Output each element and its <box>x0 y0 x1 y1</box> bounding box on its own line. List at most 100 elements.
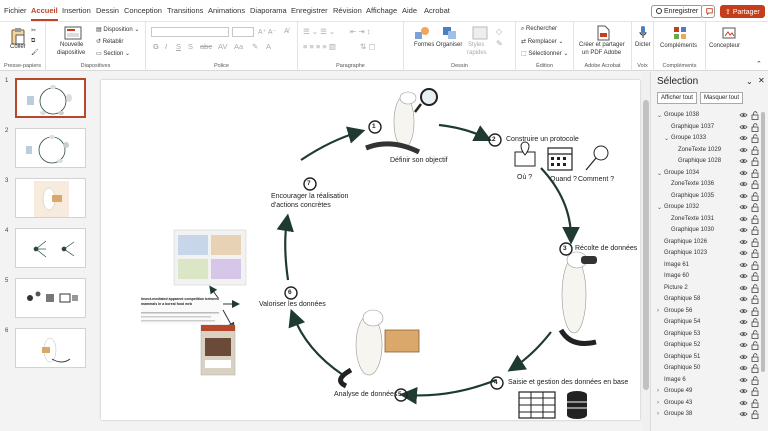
expand-chevron-icon[interactable]: ⌄ <box>657 112 662 119</box>
quick-styles-icon[interactable] <box>472 26 488 40</box>
new-slide-label-1[interactable]: Nouvelle <box>60 42 83 48</box>
selection-item[interactable]: Graphique 1026 <box>651 237 761 249</box>
hide-all-button[interactable]: Masquer tout <box>700 92 744 104</box>
format-painter-icon[interactable]: 🖌 <box>31 49 39 56</box>
step-3-label[interactable]: Récolte de données <box>575 245 637 252</box>
lock-icon[interactable] <box>751 364 759 373</box>
visibility-eye-icon[interactable] <box>739 215 748 223</box>
paste-label[interactable]: Coller <box>10 44 26 50</box>
selection-item[interactable]: Graphique 1030 <box>651 225 761 237</box>
strikethrough-icon[interactable]: abc <box>200 42 212 51</box>
menu-conception[interactable]: Conception <box>124 6 162 15</box>
pane-scrollbar[interactable] <box>760 92 766 422</box>
collapse-ribbon-icon[interactable]: ⌃ <box>756 60 762 68</box>
visibility-eye-icon[interactable] <box>739 111 748 119</box>
selection-item[interactable]: ⌄ Groupe 1038 <box>651 110 761 122</box>
visibility-eye-icon[interactable] <box>739 410 748 418</box>
expand-chevron-icon[interactable]: ⌄ <box>664 135 669 142</box>
pdf-icon[interactable] <box>596 25 610 41</box>
lock-icon[interactable] <box>751 260 759 270</box>
thumbnail-slide-6[interactable] <box>15 328 86 368</box>
font-color-icon[interactable]: A <box>266 42 271 51</box>
align-icons[interactable]: ≡ ≡ ≡ ≡ ▥ <box>303 42 336 51</box>
lock-icon[interactable] <box>751 306 759 316</box>
visibility-eye-icon[interactable] <box>739 330 748 338</box>
underline-icon[interactable]: S <box>176 42 181 51</box>
new-slide-icon[interactable] <box>64 26 82 40</box>
thumbnail-slide-5[interactable] <box>15 278 86 318</box>
selection-item[interactable]: ZoneTexte 1029 <box>651 145 761 157</box>
visibility-eye-icon[interactable] <box>739 387 748 395</box>
selection-item[interactable]: ⌄ Groupe 1033 <box>651 133 761 145</box>
bold-icon[interactable]: G <box>153 42 159 51</box>
menu-aide[interactable]: Aide <box>402 6 417 15</box>
visibility-eye-icon[interactable] <box>739 226 748 234</box>
visibility-eye-icon[interactable] <box>739 146 748 154</box>
lock-icon[interactable] <box>751 214 759 224</box>
lock-icon[interactable] <box>751 295 759 304</box>
lock-icon[interactable] <box>751 157 759 166</box>
show-all-button[interactable]: Afficher tout <box>657 92 697 104</box>
case-icon[interactable]: Aa <box>234 42 243 51</box>
thumbnail-slide-4[interactable] <box>15 228 86 268</box>
where-label[interactable]: Où ? <box>517 174 532 181</box>
selection-item[interactable]: Graphique 53 <box>651 329 761 341</box>
when-label[interactable]: Quand ? <box>550 176 577 183</box>
pane-scrollbar-thumb[interactable] <box>761 112 765 372</box>
lock-icon[interactable] <box>751 249 759 258</box>
expand-chevron-icon[interactable]: ⌄ <box>657 204 662 211</box>
visibility-eye-icon[interactable] <box>739 364 748 372</box>
select-button[interactable]: ⬚ Sélectionner ⌄ <box>521 50 568 57</box>
menu-revision[interactable]: Révision <box>333 6 362 15</box>
lock-icon[interactable] <box>751 237 759 247</box>
layout-button[interactable]: ▤ Disposition ⌄ <box>96 26 139 33</box>
selection-item[interactable]: Graphique 1028 <box>651 156 761 168</box>
font-name-input[interactable] <box>151 27 229 37</box>
lock-icon[interactable] <box>751 283 759 293</box>
selection-item[interactable]: › Groupe 43 <box>651 398 761 410</box>
step-6-label[interactable]: Valoriser les données <box>259 301 326 308</box>
lock-icon[interactable] <box>751 180 759 189</box>
record-button[interactable]: Enregistrer <box>651 5 704 18</box>
thumbnail-slide-3[interactable] <box>15 178 86 218</box>
selection-item[interactable]: ⌄ Groupe 1032 <box>651 202 761 214</box>
clear-format-icon[interactable]: A̸ <box>284 28 289 35</box>
shadow-icon[interactable]: S <box>188 42 193 51</box>
lock-icon[interactable] <box>751 410 759 419</box>
visibility-eye-icon[interactable] <box>739 249 748 257</box>
lock-icon[interactable] <box>751 318 759 327</box>
selection-item[interactable]: Graphique 1023 <box>651 248 761 260</box>
lock-icon[interactable] <box>751 111 759 120</box>
visibility-eye-icon[interactable] <box>739 376 748 384</box>
menu-fichier[interactable]: Fichier <box>4 6 27 15</box>
replace-button[interactable]: ⇄ Remplacer ⌄ <box>521 38 563 45</box>
selection-item[interactable]: ZoneTexte 1036 <box>651 179 761 191</box>
menu-animations[interactable]: Animations <box>208 6 245 15</box>
step-5-label[interactable]: Analyse de données <box>334 391 397 398</box>
selection-item[interactable]: Graphique 58 <box>651 294 761 306</box>
expand-chevron-icon[interactable]: › <box>657 400 659 406</box>
visibility-eye-icon[interactable] <box>739 169 748 177</box>
lock-icon[interactable] <box>751 272 759 281</box>
designer-label[interactable]: Concepteur <box>709 43 740 49</box>
expand-chevron-icon[interactable]: › <box>657 411 659 417</box>
selection-item[interactable]: Image 6 <box>651 375 761 387</box>
pane-options-icon[interactable]: ⌄ <box>746 77 753 86</box>
new-slide-label-2[interactable]: diapositive <box>57 50 85 56</box>
step-4-label[interactable]: Saisie et gestion des données en base <box>508 379 628 386</box>
copy-icon[interactable]: ⧉ <box>31 38 35 45</box>
menu-insertion[interactable]: Insertion <box>62 6 91 15</box>
menu-affichage[interactable]: Affichage <box>366 6 397 15</box>
visibility-eye-icon[interactable] <box>739 284 748 292</box>
thumbnail-slide-1[interactable] <box>15 78 86 118</box>
addins-label[interactable]: Compléments <box>660 43 697 49</box>
highlight-icon[interactable]: ✎ <box>252 42 258 51</box>
selection-item[interactable]: Graphique 1037 <box>651 122 761 134</box>
section-button[interactable]: ▭ Section ⌄ <box>96 50 130 57</box>
dictate-label[interactable]: Dicter <box>635 42 651 48</box>
selection-item[interactable]: Image 60 <box>651 271 761 283</box>
comments-button[interactable] <box>701 5 715 18</box>
visibility-eye-icon[interactable] <box>739 341 748 349</box>
shape-outline-icon[interactable]: ✎ <box>496 39 503 48</box>
visibility-eye-icon[interactable] <box>739 272 748 280</box>
